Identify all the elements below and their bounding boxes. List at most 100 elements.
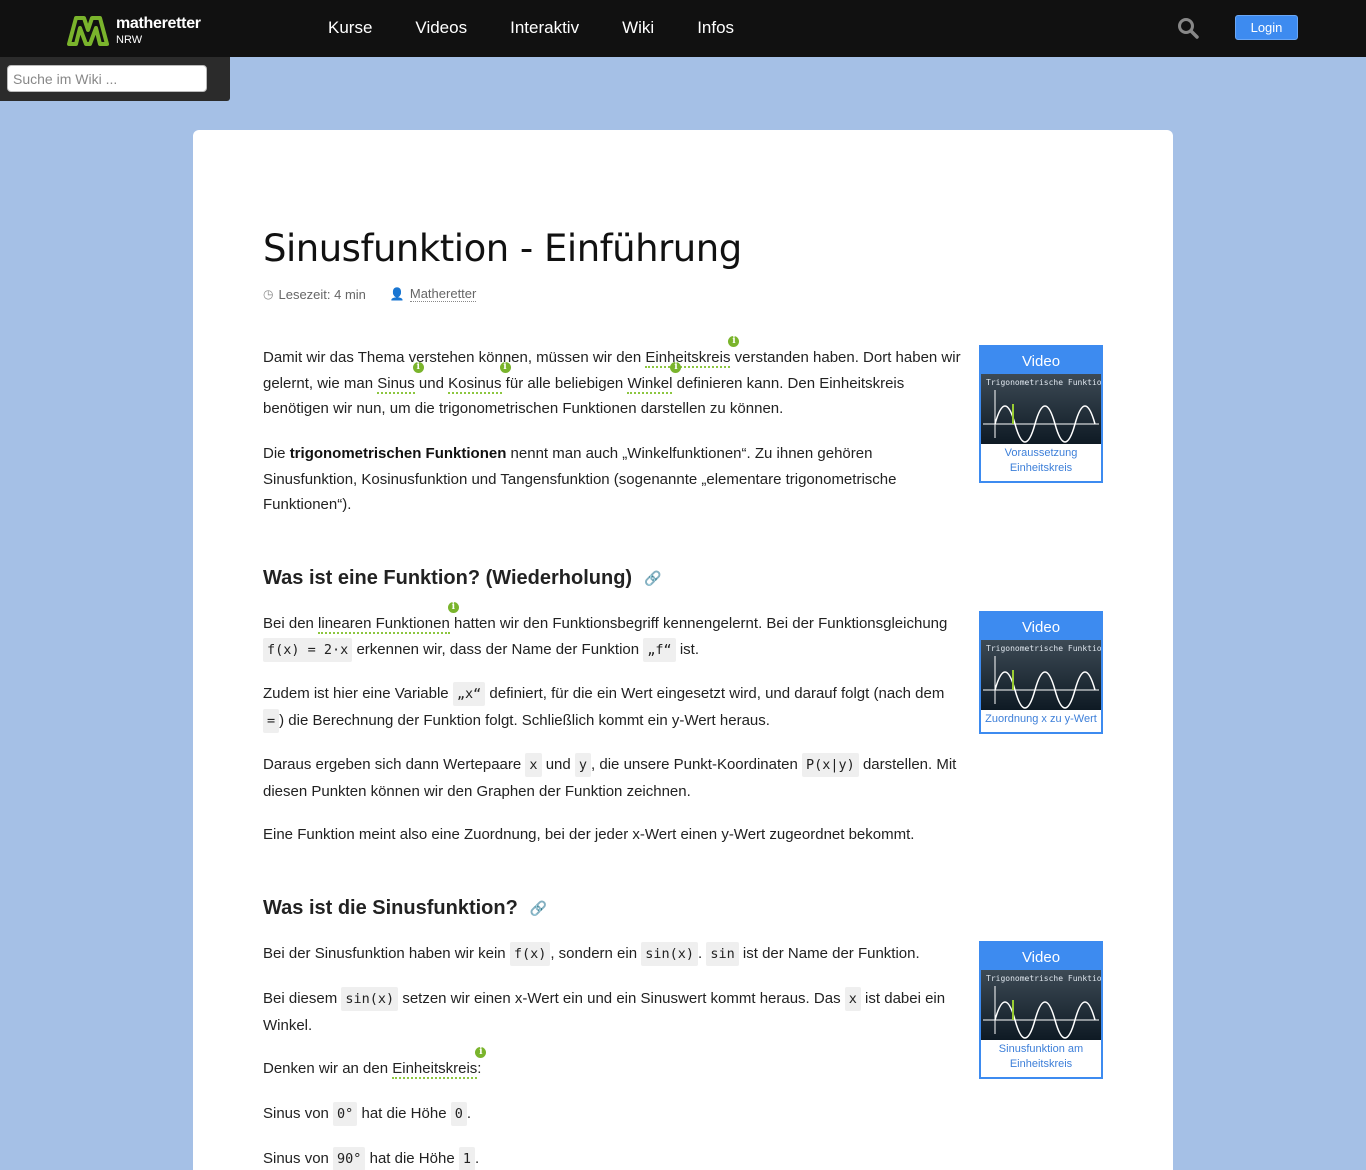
text-span: hatten wir den Funktionsbegriff kennenge… <box>449 615 948 632</box>
wiki-search-panel <box>0 57 230 101</box>
code-inline: 90° <box>333 1147 366 1170</box>
tooltip-link-einheitskreis[interactable]: Einheitskreis i <box>645 336 740 368</box>
link-label: Winkel <box>627 374 673 392</box>
text-span: Denken wir an den <box>263 1060 393 1077</box>
code-inline: x <box>525 753 542 777</box>
section2-paragraph-2: Bei diesem sin(x) setzen wir einen x-Wer… <box>263 986 968 1038</box>
tooltip-link-lineare-funktionen[interactable]: linearen Funktionen i <box>318 602 459 634</box>
intro-paragraph-2: Die trigonometrischen Funktionen nennt m… <box>263 441 903 518</box>
code-inline: sin <box>706 942 739 966</box>
nav-item-infos[interactable]: Infos <box>697 18 734 38</box>
section2-paragraph-1: Bei der Sinusfunktion haben wir kein f(x… <box>263 941 968 968</box>
top-navbar: matheretter NRW Kurse Videos Interaktiv … <box>0 0 1366 57</box>
text-span: setzen wir einen x-Wert ein und ein Sinu… <box>398 990 845 1007</box>
text-span: Sinus von <box>263 1105 334 1122</box>
text-span: Bei der Sinusfunktion haben wir kein <box>263 945 510 962</box>
video-thumbnail[interactable]: Trigonometrische Funktionen <box>981 640 1101 710</box>
text-span: ist der Name der Funktion. <box>738 945 920 962</box>
link-label: linearen Funktionen <box>318 615 450 632</box>
wiki-search-input[interactable] <box>7 65 207 92</box>
text-span: und <box>541 756 575 773</box>
nav-item-kurse[interactable]: Kurse <box>328 18 372 38</box>
clock-icon: ◷ <box>263 287 274 301</box>
video-label: Video <box>981 943 1101 970</box>
info-icon: i <box>412 361 424 373</box>
info-icon: i <box>447 602 459 613</box>
nav-item-interaktiv[interactable]: Interaktiv <box>510 18 579 38</box>
video-box-zuordnung[interactable]: Video Trigonometrische Funktionen Zuordn… <box>979 611 1103 734</box>
tooltip-link-sinus[interactable]: Sinus i <box>377 361 424 394</box>
nav-item-wiki[interactable]: Wiki <box>622 18 654 38</box>
logo-brand: matheretter <box>116 15 201 32</box>
user-icon: 👤 <box>389 287 405 301</box>
code-inline: P(x|y) <box>802 753 859 777</box>
video-caption[interactable]: Zuordnung x zu y-Wert <box>981 710 1101 732</box>
text-span: Bei den <box>263 615 319 632</box>
info-icon: i <box>499 361 511 373</box>
link-label: Kosinus <box>448 374 502 392</box>
link-label: Einheitskreis <box>645 349 731 366</box>
logo-region: NRW <box>116 34 143 46</box>
text-span: Damit wir das Thema verstehen können, mü… <box>263 349 646 366</box>
section-heading-funktion: Was ist eine Funktion? (Wiederholung) 🔗 <box>263 567 662 590</box>
nav-item-videos[interactable]: Videos <box>415 18 467 38</box>
tooltip-link-einheitskreis-2[interactable]: Einheitskreis i <box>392 1047 487 1079</box>
login-button[interactable]: Login <box>1235 15 1298 40</box>
text-span: ist. <box>675 640 699 658</box>
code-inline: 0 <box>450 1102 467 1126</box>
video-caption[interactable]: Sinusfunktion am Einheitskreis <box>981 1040 1101 1077</box>
text-span: : <box>477 1060 482 1077</box>
section1-paragraph-2: Zudem ist hier eine Variable „x“ definie… <box>263 681 968 734</box>
author-link[interactable]: Matheretter <box>409 286 477 302</box>
code-inline: sin(x) <box>341 987 399 1011</box>
text-span: Zudem ist hier eine Variable <box>263 685 453 702</box>
text-span: erkennen wir, dass der Name der Funktion <box>352 640 644 658</box>
video-thumbnail[interactable]: Trigonometrische Funktionen <box>981 970 1101 1040</box>
anchor-link-icon[interactable]: 🔗 <box>644 570 661 587</box>
text-span: . <box>466 1105 472 1122</box>
code-inline: „f“ <box>643 637 676 662</box>
code-inline: f(x) <box>509 942 551 966</box>
search-icon[interactable] <box>1176 16 1200 40</box>
heading-text: Was ist die Sinusfunktion? <box>263 897 518 919</box>
code-inline: = <box>263 708 280 733</box>
tooltip-link-winkel[interactable]: Winkel i <box>627 361 682 394</box>
section2-paragraph-5: Sinus von 90° hat die Höhe 1. <box>263 1146 968 1170</box>
text-span: Daraus ergeben sich dann Wertepaare <box>263 756 526 773</box>
link-label: Einheitskreis <box>392 1060 478 1077</box>
video-box-sinusfunktion[interactable]: Video Trigonometrische Funktionen Sinusf… <box>979 941 1103 1079</box>
main-nav: Kurse Videos Interaktiv Wiki Infos <box>328 18 777 38</box>
text-span: Bei diesem <box>263 990 342 1007</box>
text-span: hat die Höhe <box>365 1150 459 1167</box>
info-icon: i <box>728 336 740 347</box>
section1-paragraph-3: Daraus ergeben sich dann Wertepaare x un… <box>263 752 968 804</box>
code-inline: x <box>844 987 861 1011</box>
text-span: definiert, für die ein Wert eingesetzt w… <box>485 685 945 702</box>
logo-icon <box>67 16 109 46</box>
video-caption[interactable]: Voraussetzung Einheitskreis <box>981 444 1101 481</box>
sine-graph-icon <box>983 656 1099 709</box>
info-icon: i <box>670 361 682 373</box>
video-label: Video <box>981 613 1101 640</box>
anchor-link-icon[interactable]: 🔗 <box>530 900 547 917</box>
video-box-voraussetzung[interactable]: Video Trigonometrische Funktionen Voraus… <box>979 345 1103 483</box>
article-meta: ◷ Lesezeit: 4 min 👤 Matheretter <box>263 286 477 302</box>
code-inline: y <box>574 753 592 777</box>
link-label: Sinus <box>377 374 415 392</box>
code-inline: 0° <box>333 1102 358 1126</box>
text-span: und <box>414 374 449 392</box>
heading-text: Was ist eine Funktion? (Wiederholung) <box>263 567 633 589</box>
text-span: Sinus von <box>263 1150 334 1167</box>
video-thumbnail[interactable]: Trigonometrische Funktionen <box>981 374 1101 444</box>
text-span: ) die Berechnung der Funktion folgt. Sch… <box>279 711 770 729</box>
code-inline: „x“ <box>452 682 486 706</box>
site-logo[interactable]: matheretter NRW <box>66 14 206 48</box>
section-heading-sinusfunktion: Was ist die Sinusfunktion? 🔗 <box>263 897 547 920</box>
author-block: 👤 Matheretter <box>389 286 477 302</box>
sine-graph-icon <box>983 390 1099 443</box>
tooltip-link-kosinus[interactable]: Kosinus i <box>448 361 511 394</box>
section2-paragraph-4: Sinus von 0° hat die Höhe 0. <box>263 1101 968 1128</box>
sine-graph-icon <box>983 986 1099 1039</box>
reading-time: Lesezeit: 4 min <box>278 286 366 302</box>
text-span: , sondern ein <box>550 945 642 962</box>
